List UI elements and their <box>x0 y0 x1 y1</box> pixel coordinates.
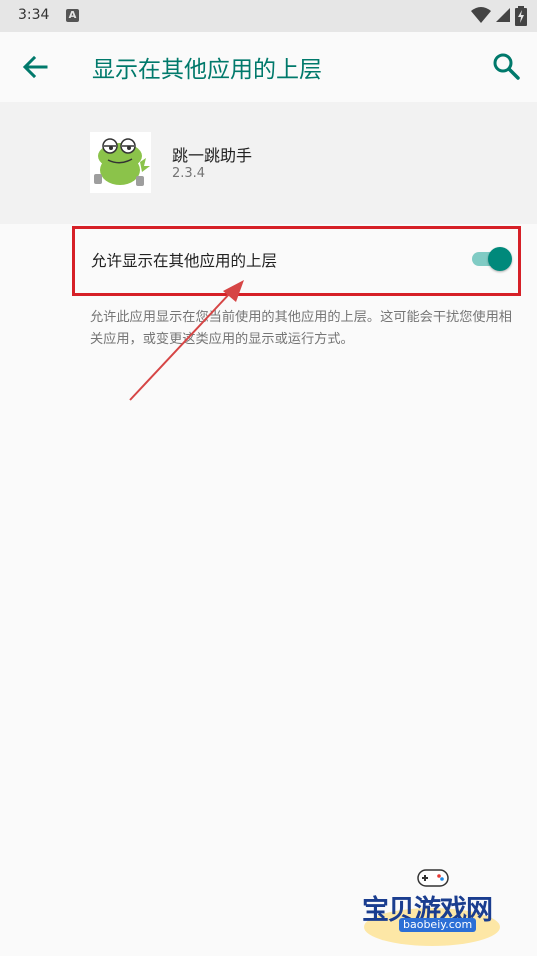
app-version: 2.3.4 <box>172 166 206 181</box>
signal-icon <box>496 8 510 22</box>
page-title: 显示在其他应用的上层 <box>92 57 322 83</box>
watermark-url: baobeiy.com <box>399 918 477 932</box>
back-button[interactable] <box>20 52 50 82</box>
permission-toggle-row[interactable]: 允许显示在其他应用的上层 <box>72 226 521 296</box>
app-bar: 显示在其他应用的上层 <box>0 32 537 102</box>
search-icon <box>493 53 520 80</box>
status-icons <box>467 6 527 26</box>
app-name: 跳一跳助手 <box>172 146 253 165</box>
search-button[interactable] <box>491 51 521 81</box>
gamepad-icon <box>417 869 449 887</box>
permission-switch[interactable] <box>470 244 514 274</box>
watermark-logo: 宝贝游戏网 baobeiy.com <box>358 864 506 950</box>
status-time: 3:34 <box>18 7 50 23</box>
app-header: 跳一跳助手 2.3.4 <box>0 102 537 224</box>
switch-thumb <box>488 247 512 271</box>
status-bar: 3:34 A <box>0 0 537 32</box>
wifi-icon <box>471 7 491 23</box>
battery-charging-icon <box>515 6 527 26</box>
notification-icon: A <box>66 9 79 22</box>
frog-app-icon <box>90 132 151 193</box>
arrow-back-icon <box>22 55 48 79</box>
permission-summary: 允许此应用显示在您当前使用的其他应用的上层。这可能会干扰您使用相关应用，或变更这… <box>90 310 512 347</box>
permission-label: 允许显示在其他应用的上层 <box>91 252 278 270</box>
